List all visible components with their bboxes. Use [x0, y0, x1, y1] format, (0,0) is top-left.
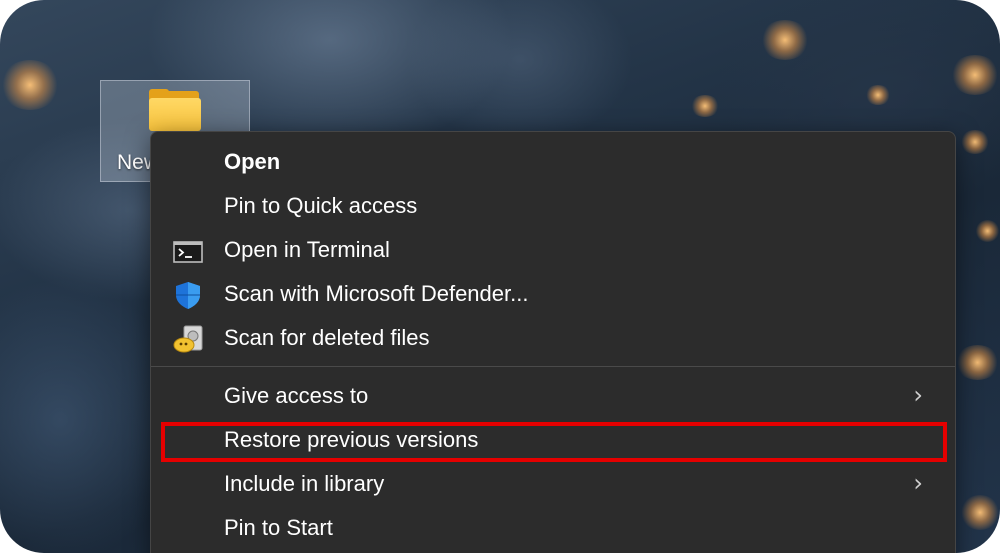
menu-item-label: Open in Terminal: [224, 237, 390, 262]
menu-item-restore-previous-versions[interactable]: Restore previous versions: [161, 420, 945, 462]
desktop-background: New Open Pin to Quick access Open in Ter…: [0, 0, 1000, 553]
terminal-icon: [171, 236, 205, 266]
defender-shield-icon: [171, 280, 205, 310]
menu-item-label: Scan with Microsoft Defender...: [224, 281, 529, 306]
city-light: [0, 60, 60, 110]
folder-icon: [149, 98, 201, 131]
menu-item-label: Pin to Start: [224, 515, 333, 540]
city-light: [865, 85, 891, 105]
menu-item-open[interactable]: Open: [161, 142, 945, 184]
city-light: [760, 20, 810, 60]
city-light: [690, 95, 720, 117]
city-light: [960, 495, 1000, 530]
context-menu: Open Pin to Quick access Open in Termina…: [150, 131, 956, 553]
chevron-right-icon: ›: [913, 381, 923, 409]
menu-item-label: Open: [224, 149, 281, 174]
menu-item-pin-to-start[interactable]: Pin to Start: [161, 508, 945, 550]
chevron-right-icon: ›: [913, 469, 923, 497]
menu-item-scan-defender[interactable]: Scan with Microsoft Defender...: [161, 274, 945, 316]
city-light: [950, 55, 1000, 95]
menu-item-label: Restore previous versions: [224, 427, 479, 452]
menu-item-label: Pin to Quick access: [224, 193, 418, 218]
menu-item-label: Include in library: [224, 471, 385, 496]
menu-item-open-in-terminal[interactable]: Open in Terminal: [161, 230, 945, 272]
menu-item-pin-quick-access[interactable]: Pin to Quick access: [161, 186, 945, 228]
menu-item-give-access[interactable]: Give access to ›: [161, 376, 945, 418]
menu-item-label: Give access to: [224, 383, 369, 408]
menu-item-include-in-library[interactable]: Include in library ›: [161, 464, 945, 506]
city-light: [975, 220, 1000, 242]
city-light: [960, 130, 990, 154]
menu-separator: [151, 366, 955, 367]
recovery-tool-icon: [171, 324, 205, 354]
menu-item-label: Scan for deleted files: [224, 325, 430, 350]
menu-item-scan-deleted-files[interactable]: Scan for deleted files: [161, 318, 945, 360]
city-light: [955, 345, 1000, 380]
